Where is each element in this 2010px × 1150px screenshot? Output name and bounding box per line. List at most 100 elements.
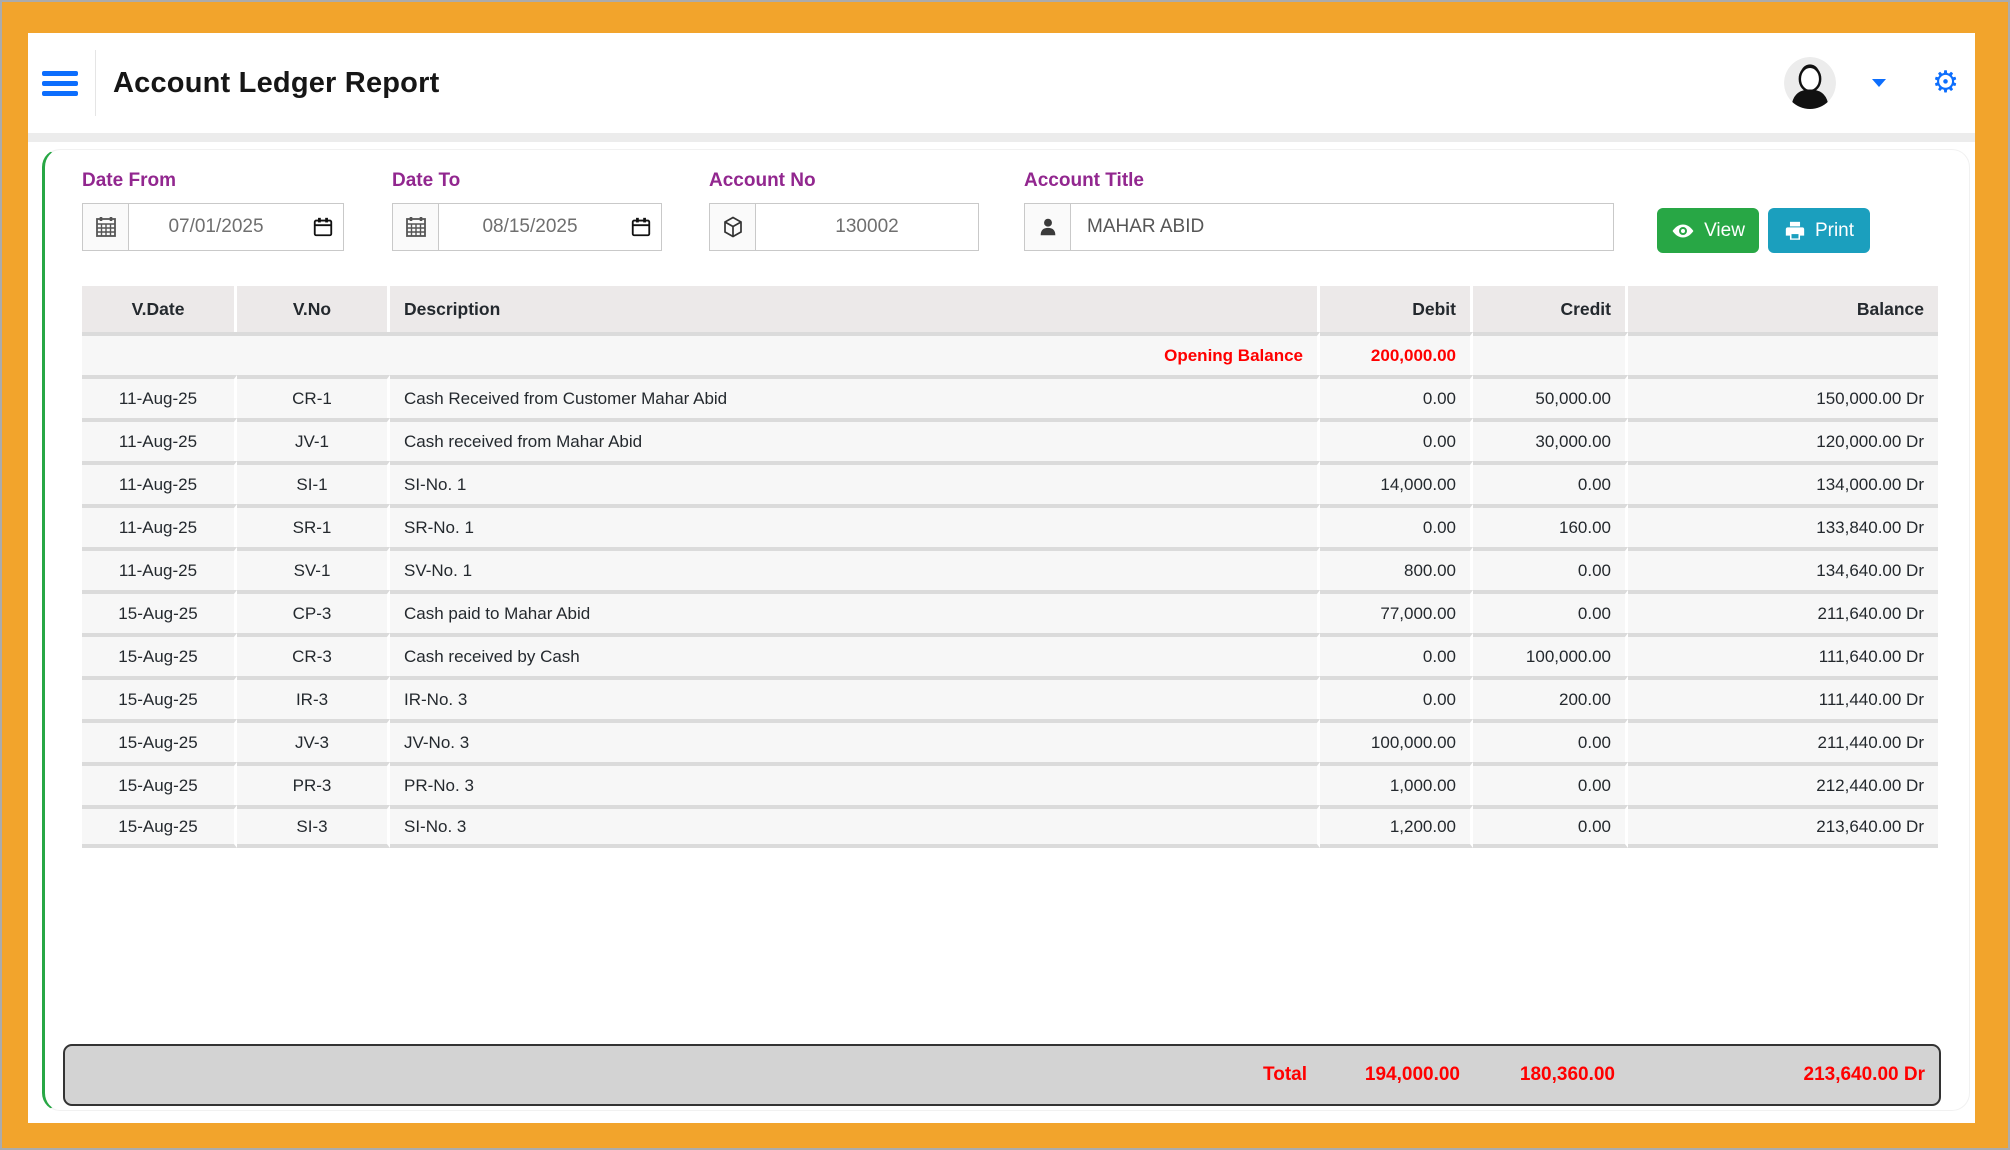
col-description: Description [390, 286, 1320, 332]
avatar[interactable] [1784, 57, 1836, 109]
total-balance: 213,640.00 Dr [1629, 1064, 1939, 1086]
v-date-cell: 11-Aug-25 [82, 418, 237, 461]
chevron-down-icon[interactable] [1872, 79, 1886, 87]
v-date-cell: 15-Aug-25 [82, 676, 237, 719]
v-date-cell: 15-Aug-25 [82, 719, 237, 762]
credit-cell: 200.00 [1473, 676, 1628, 719]
balance-cell: 111,640.00 Dr [1628, 633, 1938, 676]
opening-balance-balance [1628, 332, 1938, 375]
credit-cell: 0.00 [1473, 590, 1628, 633]
v-date-cell: 15-Aug-25 [82, 590, 237, 633]
balance-cell: 120,000.00 Dr [1628, 418, 1938, 461]
balance-cell: 134,640.00 Dr [1628, 547, 1938, 590]
description-cell: PR-No. 3 [390, 762, 1320, 805]
person-icon [1025, 204, 1071, 250]
credit-cell: 0.00 [1473, 805, 1628, 848]
account-title-input[interactable] [1071, 204, 1613, 250]
debit-cell: 100,000.00 [1320, 719, 1473, 762]
table-row: 11-Aug-25SV-1SV-No. 1800.000.00134,640.0… [82, 547, 1938, 590]
date-to-group: Date To [392, 170, 662, 251]
debit-cell: 0.00 [1320, 418, 1473, 461]
view-button[interactable]: View [1657, 208, 1759, 253]
debit-cell: 0.00 [1320, 504, 1473, 547]
table-row: 11-Aug-25JV-1Cash received from Mahar Ab… [82, 418, 1938, 461]
balance-cell: 211,440.00 Dr [1628, 719, 1938, 762]
description-cell: SI-No. 1 [390, 461, 1320, 504]
user-avatar-icon [1784, 57, 1836, 109]
description-cell: Cash received from Mahar Abid [390, 418, 1320, 461]
v-no-cell: SI-3 [237, 805, 390, 848]
total-table: Total 194,000.00 180,360.00 213,640.00 D… [83, 1064, 1939, 1086]
header-actions: ⚙ [1784, 57, 1975, 109]
v-no-cell: CP-3 [237, 590, 390, 633]
account-no-group: Account No [709, 170, 979, 251]
date-from-label: Date From [82, 170, 344, 192]
description-cell: JV-No. 3 [390, 719, 1320, 762]
ledger-tbody: Opening Balance 200,000.00 11-Aug-25CR-1… [82, 332, 1938, 848]
date-from-group: Date From [82, 170, 344, 251]
table-row: 11-Aug-25SI-1SI-No. 114,000.000.00134,00… [82, 461, 1938, 504]
balance-cell: 133,840.00 Dr [1628, 504, 1938, 547]
table-row: 15-Aug-25CR-3Cash received by Cash0.0010… [82, 633, 1938, 676]
balance-cell: 211,640.00 Dr [1628, 590, 1938, 633]
app-window: Account Ledger Report ⚙ [0, 0, 2010, 1150]
credit-cell: 160.00 [1473, 504, 1628, 547]
v-date-cell: 11-Aug-25 [82, 504, 237, 547]
ledger-table-wrap: V.Date V.No Description Debit Credit Bal… [82, 286, 1937, 848]
menu-icon[interactable] [42, 71, 78, 96]
balance-cell: 212,440.00 Dr [1628, 762, 1938, 805]
print-button[interactable]: Print [1768, 208, 1870, 253]
date-picker-icon[interactable] [621, 204, 661, 250]
calendar-icon [83, 204, 129, 250]
debit-cell: 1,200.00 [1320, 805, 1473, 848]
description-cell: IR-No. 3 [390, 676, 1320, 719]
opening-balance-debit: 200,000.00 [1320, 332, 1473, 375]
date-from-field [82, 203, 344, 251]
date-to-input[interactable] [439, 204, 621, 250]
date-to-field [392, 203, 662, 251]
debit-cell: 800.00 [1320, 547, 1473, 590]
filter-bar: Date From [82, 170, 1937, 253]
v-no-cell: JV-3 [237, 719, 390, 762]
table-row: 15-Aug-25JV-3JV-No. 3100,000.000.00211,4… [82, 719, 1938, 762]
credit-cell: 0.00 [1473, 461, 1628, 504]
description-cell: Cash Received from Customer Mahar Abid [390, 375, 1320, 418]
date-picker-icon[interactable] [303, 204, 343, 250]
app-header: Account Ledger Report ⚙ [28, 33, 1975, 133]
debit-cell: 14,000.00 [1320, 461, 1473, 504]
date-to-label: Date To [392, 170, 662, 192]
account-title-field [1024, 203, 1614, 251]
action-buttons: View Print [1657, 170, 1870, 253]
v-no-cell: CR-3 [237, 633, 390, 676]
print-button-label: Print [1815, 220, 1854, 242]
account-no-input[interactable] [756, 204, 978, 250]
balance-cell: 134,000.00 Dr [1628, 461, 1938, 504]
table-row: 11-Aug-25CR-1Cash Received from Customer… [82, 375, 1938, 418]
view-button-label: View [1704, 220, 1745, 242]
total-label: Total [83, 1064, 1321, 1086]
date-from-input[interactable] [129, 204, 303, 250]
settings-gear-icon[interactable]: ⚙ [1932, 68, 1959, 98]
v-no-cell: CR-1 [237, 375, 390, 418]
header-separator [28, 133, 1975, 142]
calendar-icon [393, 204, 439, 250]
description-cell: Cash received by Cash [390, 633, 1320, 676]
total-bar: Total 194,000.00 180,360.00 213,640.00 D… [63, 1044, 1941, 1106]
v-no-cell: IR-3 [237, 676, 390, 719]
printer-icon [1784, 220, 1806, 242]
v-no-cell: JV-1 [237, 418, 390, 461]
col-vno: V.No [237, 286, 390, 332]
table-row: 11-Aug-25SR-1SR-No. 10.00160.00133,840.0… [82, 504, 1938, 547]
description-cell: SR-No. 1 [390, 504, 1320, 547]
v-no-cell: PR-3 [237, 762, 390, 805]
app-body: Account Ledger Report ⚙ [28, 33, 1975, 1123]
debit-cell: 1,000.00 [1320, 762, 1473, 805]
debit-cell: 0.00 [1320, 633, 1473, 676]
account-title-label: Account Title [1024, 170, 1614, 192]
table-header-row: V.Date V.No Description Debit Credit Bal… [82, 286, 1938, 332]
balance-cell: 150,000.00 Dr [1628, 375, 1938, 418]
account-no-field [709, 203, 979, 251]
v-no-cell: SV-1 [237, 547, 390, 590]
credit-cell: 30,000.00 [1473, 418, 1628, 461]
eye-icon [1671, 219, 1695, 243]
